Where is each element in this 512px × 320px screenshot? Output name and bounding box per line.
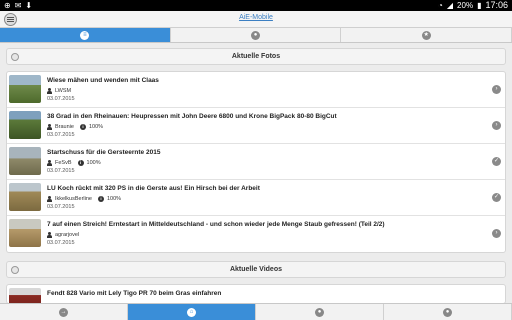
item-title: Wiese mähen und wenden mit Claas bbox=[47, 77, 159, 84]
item-date: 03.07.2015 bbox=[47, 240, 75, 246]
download-icon: ⬇ bbox=[25, 1, 33, 10]
mail-icon: ✉ bbox=[14, 1, 22, 10]
section-title: Aktuelle Videos bbox=[229, 266, 282, 273]
app-title[interactable]: AiE-Mobile bbox=[0, 14, 512, 21]
usb-icon: ⊕ bbox=[4, 1, 11, 10]
photo-thumbnail bbox=[9, 219, 41, 247]
tab-chat[interactable]: ● bbox=[170, 28, 342, 42]
user-icon: ● bbox=[443, 307, 452, 317]
photo-thumbnail bbox=[9, 111, 41, 139]
item-rating: 100% bbox=[88, 124, 104, 130]
info-icon: i bbox=[79, 124, 86, 130]
item-date: 03.07.2015 bbox=[47, 132, 75, 138]
tab-messages[interactable]: ● bbox=[256, 304, 384, 320]
list-item[interactable]: Startschuss für die Gersteernte 2015 FeS… bbox=[7, 144, 505, 180]
top-tab-bar: ≡ ● ★ bbox=[0, 28, 512, 43]
main-content: Aktuelle Fotos Wiese mähen und wenden mi… bbox=[6, 48, 506, 304]
item-date: 03.07.2015 bbox=[47, 204, 75, 210]
chevron-right-icon[interactable]: › bbox=[492, 121, 501, 130]
tab-list[interactable]: ≡ bbox=[0, 28, 171, 42]
list-item[interactable]: Wiese mähen und wenden mit Claas LWSM 03… bbox=[7, 72, 505, 108]
list-item[interactable]: LU Koch rückt mit 320 PS in die Gerste a… bbox=[7, 180, 505, 216]
item-meta: IkkelkusBerline i 100% bbox=[47, 196, 121, 202]
item-rating: 100% bbox=[107, 196, 122, 202]
item-meta: LWSM bbox=[47, 88, 71, 94]
item-title: LU Koch rückt mit 320 PS in die Gerste a… bbox=[47, 185, 260, 192]
user-icon bbox=[47, 124, 52, 130]
section-title: Aktuelle Fotos bbox=[231, 53, 281, 60]
item-meta: FeSvB i 100% bbox=[47, 160, 101, 166]
list-item[interactable]: 38 Grad in den Rheinauen: Heupressen mit… bbox=[7, 108, 505, 144]
item-user[interactable]: LWSM bbox=[55, 88, 71, 94]
tab-profile[interactable]: ● bbox=[384, 304, 512, 320]
clock: 17:06 bbox=[485, 0, 508, 10]
photo-thumbnail bbox=[9, 183, 41, 211]
tab-login[interactable]: → bbox=[0, 304, 128, 320]
info-icon: i bbox=[98, 196, 104, 202]
photos-section-header: Aktuelle Fotos bbox=[6, 48, 506, 65]
user-icon bbox=[47, 160, 52, 166]
user-icon bbox=[47, 196, 52, 202]
battery-percent: 20% bbox=[457, 0, 474, 10]
user-icon bbox=[47, 232, 52, 238]
signal-icon: ◢ bbox=[446, 0, 454, 10]
tab-home[interactable]: ⌂ bbox=[128, 304, 256, 320]
login-icon: → bbox=[59, 307, 68, 317]
status-bar: ⊕ ✉ ⬇ ◔ ◢ 20% ▮ 17:06 bbox=[0, 0, 512, 11]
home-icon: ⌂ bbox=[187, 307, 196, 317]
item-date: 03.07.2015 bbox=[47, 168, 75, 174]
checkmark-icon[interactable]: ✓ bbox=[492, 157, 501, 166]
item-title: Fendt 828 Vario mit Lely Tigo PR 70 beim… bbox=[47, 290, 222, 297]
star-icon: ★ bbox=[421, 30, 431, 40]
info-icon: i bbox=[77, 160, 84, 166]
checkmark-icon[interactable]: ✓ bbox=[492, 193, 501, 202]
item-rating: 100% bbox=[86, 160, 101, 166]
photo-thumbnail bbox=[9, 147, 41, 175]
item-user[interactable]: Braunie bbox=[55, 124, 74, 130]
item-title: Startschuss für die Gersteernte 2015 bbox=[47, 149, 161, 156]
item-title: 38 Grad in den Rheinauen: Heupressen mit… bbox=[47, 113, 337, 120]
videos-section-header: Aktuelle Videos bbox=[6, 261, 506, 278]
item-date: 03.07.2015 bbox=[47, 96, 75, 102]
item-user[interactable]: IkkelkusBerline bbox=[55, 196, 92, 202]
list-item[interactable]: Fendt 828 Vario mit Lely Tigo PR 70 beim… bbox=[7, 285, 505, 303]
item-meta: agrarjovel bbox=[47, 232, 79, 238]
item-title: 7 auf einen Streich! Erntestart in Mitte… bbox=[47, 221, 385, 228]
photo-list: Wiese mähen und wenden mit Claas LWSM 03… bbox=[6, 71, 506, 253]
video-list: Fendt 828 Vario mit Lely Tigo PR 70 beim… bbox=[6, 284, 506, 304]
bottom-tab-bar: → ⌂ ● ● bbox=[0, 303, 512, 320]
chat-icon: ● bbox=[251, 30, 260, 40]
chevron-right-icon[interactable]: › bbox=[492, 229, 501, 238]
item-user[interactable]: FeSvB bbox=[55, 160, 72, 166]
tab-star[interactable]: ★ bbox=[341, 28, 512, 42]
battery-icon: ▮ bbox=[477, 0, 482, 10]
wifi-icon: ◔ bbox=[438, 0, 443, 10]
notification-icons: ⊕ ✉ ⬇ bbox=[4, 1, 32, 11]
user-icon bbox=[47, 88, 52, 94]
item-meta: Braunie i 100% bbox=[47, 124, 103, 130]
list-item[interactable]: 7 auf einen Streich! Erntestart in Mitte… bbox=[7, 216, 505, 252]
system-icons: ◔ ◢ 20% ▮ 17:06 bbox=[438, 0, 508, 11]
item-user[interactable]: agrarjovel bbox=[55, 232, 79, 238]
chat-icon: ● bbox=[315, 307, 324, 317]
chevron-right-icon[interactable]: › bbox=[492, 85, 501, 94]
photo-thumbnail bbox=[9, 75, 41, 103]
video-thumbnail bbox=[9, 288, 41, 303]
app-bar: AiE-Mobile bbox=[0, 11, 512, 28]
list-icon: ≡ bbox=[80, 30, 90, 40]
